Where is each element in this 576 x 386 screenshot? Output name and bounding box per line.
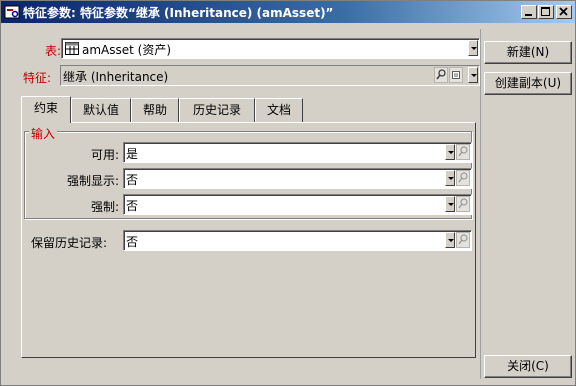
feature-label: 特征:: [23, 71, 52, 85]
right-divider: [480, 29, 481, 379]
maximize-button[interactable]: [538, 5, 554, 19]
available-select[interactable]: 是: [123, 142, 472, 163]
magnifier-icon: [458, 198, 468, 209]
table-icon: [65, 42, 79, 55]
feature-value: 继承 (Inheritance): [63, 70, 169, 84]
tab-help[interactable]: 帮助: [131, 98, 179, 122]
available-label: 可用:: [90, 148, 119, 162]
close-button[interactable]: 关闭(C): [484, 355, 572, 378]
tab-documents[interactable]: 文档: [255, 98, 303, 122]
chevron-down-icon: [471, 74, 477, 77]
available-value: 是: [126, 147, 139, 161]
keep-history-value: 否: [126, 235, 139, 249]
chevron-down-icon: [448, 239, 454, 242]
feature-search-button[interactable]: [434, 67, 448, 83]
mandatory-label: 强制:: [90, 200, 119, 214]
feature-detail-button[interactable]: [449, 67, 463, 83]
feature-field[interactable]: 继承 (Inheritance): [60, 65, 480, 86]
app-icon: [4, 5, 20, 19]
mandatory-select[interactable]: 否: [123, 194, 472, 215]
force-display-value: 否: [126, 173, 139, 187]
title-bar[interactable]: 特征参数: 特征参数“继承 (Inheritance) (amAsset)”: [1, 1, 575, 23]
table-dropdown-button[interactable]: [468, 40, 478, 56]
duplicate-button[interactable]: 创建副本(U): [484, 72, 572, 95]
mandatory-value: 否: [126, 199, 139, 213]
magnifier-icon: [458, 146, 468, 157]
tab-default-value[interactable]: 默认值: [71, 98, 131, 122]
mandatory-search-button[interactable]: [456, 196, 470, 212]
close-window-button[interactable]: [556, 5, 572, 19]
force-display-search-button[interactable]: [456, 170, 470, 186]
keep-history-dropdown-button[interactable]: [445, 232, 455, 248]
chevron-down-icon: [448, 177, 454, 180]
minimize-icon: [525, 14, 532, 16]
keep-history-select[interactable]: 否: [123, 230, 472, 251]
keep-history-search-button[interactable]: [456, 232, 470, 248]
force-display-select[interactable]: 否: [123, 168, 472, 189]
magnifier-icon: [458, 234, 468, 245]
chevron-down-icon: [471, 47, 477, 50]
table-label: 表:: [45, 44, 62, 58]
maximize-icon: [541, 7, 550, 16]
force-display-dropdown-button[interactable]: [445, 170, 455, 186]
mandatory-dropdown-button[interactable]: [445, 196, 455, 212]
magnifier-icon: [458, 172, 468, 183]
available-dropdown-button[interactable]: [445, 144, 455, 160]
close-icon: [559, 7, 568, 16]
tab-constraints[interactable]: 约束: [21, 96, 71, 123]
available-search-button[interactable]: [456, 144, 470, 160]
chevron-down-icon: [448, 151, 454, 154]
table-value: amAsset (资产): [82, 43, 172, 57]
force-display-label: 强制显示:: [66, 174, 119, 188]
input-group-legend: 输入: [29, 125, 58, 142]
feature-parameter-window: 特征参数: 特征参数“继承 (Inheritance) (amAsset)” 表…: [0, 0, 576, 386]
keep-history-label: 保留历史记录:: [31, 236, 108, 250]
table-select[interactable]: amAsset (资产): [61, 38, 480, 59]
form-icon: [452, 71, 460, 79]
minimize-button[interactable]: [521, 5, 537, 19]
new-button[interactable]: 新建(N): [484, 41, 572, 64]
window-title: 特征参数: 特征参数“继承 (Inheritance) (amAsset)”: [23, 6, 334, 20]
feature-dropdown-button[interactable]: [468, 67, 478, 83]
tab-history[interactable]: 历史记录: [179, 98, 255, 122]
chevron-down-icon: [448, 203, 454, 206]
magnifier-icon: [436, 69, 446, 80]
